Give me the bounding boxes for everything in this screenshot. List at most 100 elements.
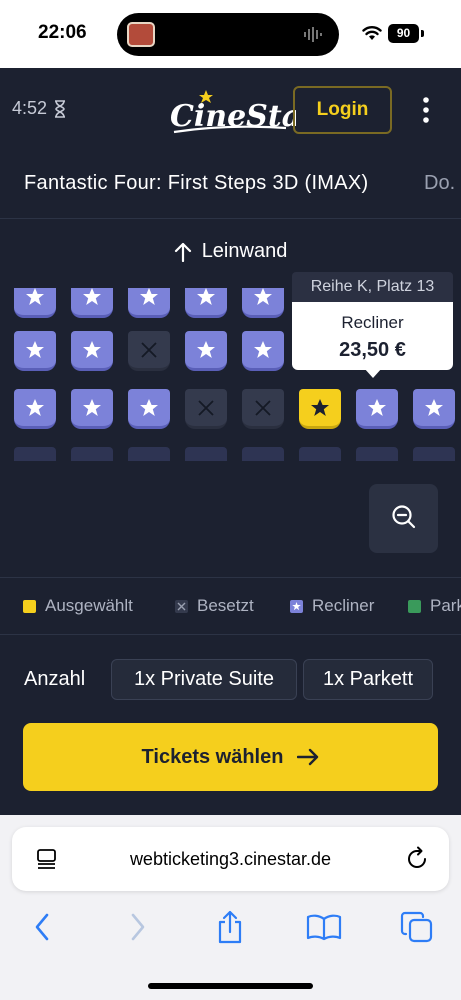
tooltip-price: 23,50 € — [339, 339, 406, 361]
star-icon — [140, 288, 158, 305]
seat-recliner[interactable] — [356, 389, 398, 429]
legend-swatch-selected — [23, 599, 36, 613]
wifi-icon — [362, 26, 382, 40]
seat-taken — [128, 331, 170, 371]
seat-taken — [185, 389, 227, 429]
star-icon — [368, 398, 386, 416]
now-playing-thumbnail — [127, 22, 155, 47]
select-tickets-button[interactable]: Tickets wählen — [23, 723, 438, 791]
star-icon — [83, 398, 101, 416]
star-icon — [83, 288, 101, 305]
seat-recliner[interactable] — [242, 288, 284, 318]
url-text[interactable]: webticketing3.cinestar.de — [12, 849, 449, 870]
taken-x-icon — [141, 341, 157, 358]
site-header: 4:52 CineStar Login — [0, 68, 461, 152]
seat-recliner[interactable] — [71, 331, 113, 371]
legend-item-parkett: Parkett — [408, 596, 461, 616]
legend-item-selected: Ausgewählt — [23, 596, 133, 616]
forward-button[interactable] — [118, 907, 158, 947]
seat-recliner[interactable] — [185, 288, 227, 318]
taken-x-icon — [255, 399, 271, 416]
seat-recliner[interactable] — [413, 389, 455, 429]
tooltip-seat-position: Reihe K, Platz 13 — [292, 272, 453, 302]
star-icon — [254, 340, 272, 358]
seat-row-partial — [128, 447, 170, 461]
dynamic-island — [117, 13, 339, 56]
seat-selected[interactable] — [299, 389, 341, 429]
chevron-left-icon — [35, 913, 49, 941]
legend-label: Ausgewählt — [45, 596, 133, 615]
cinestar-logo[interactable]: CineStar — [166, 88, 296, 138]
ticket-chip-private-suite[interactable]: 1x Private Suite — [111, 659, 297, 700]
select-tickets-label: Tickets wählen — [141, 745, 284, 768]
legend-label: Besetzt — [197, 596, 254, 615]
seat-recliner[interactable] — [185, 331, 227, 371]
screen-label: Leinwand — [201, 240, 288, 262]
legend-item-recliner: Recliner — [290, 596, 374, 616]
safari-toolbar: webticketing3.cinestar.de — [0, 815, 461, 1000]
seat-row-partial — [356, 447, 398, 461]
seat-row-partial — [185, 447, 227, 461]
seat-taken — [242, 389, 284, 429]
share-icon — [218, 910, 242, 944]
hourglass-icon — [55, 99, 66, 118]
chevron-right-icon — [131, 913, 145, 941]
legend-label: Parkett — [430, 596, 461, 615]
session-timer: 4:52 — [12, 98, 67, 119]
seat-tooltip: Reihe K, Platz 13 Recliner 23,50 € — [292, 272, 453, 378]
seat-row-partial — [14, 447, 56, 461]
seat-recliner[interactable] — [14, 331, 56, 371]
audio-waveform-icon — [304, 27, 322, 42]
back-button[interactable] — [22, 907, 62, 947]
next-film-preview[interactable]: Do. — [424, 172, 455, 195]
legend-swatch-parkett — [408, 599, 421, 613]
seat-recliner[interactable] — [71, 389, 113, 429]
logo-text: CineStar — [170, 99, 296, 134]
star-icon — [83, 340, 101, 358]
more-menu-icon[interactable] — [416, 96, 436, 126]
star-icon — [254, 288, 272, 305]
recliner-star-icon — [290, 599, 303, 613]
battery-icon: 90 — [388, 24, 419, 43]
seat-row-partial — [413, 447, 455, 461]
star-icon — [311, 398, 329, 416]
taken-x-icon — [198, 399, 214, 416]
star-icon — [26, 340, 44, 358]
seat-recliner[interactable] — [242, 331, 284, 371]
seat-recliner[interactable] — [128, 288, 170, 318]
tabs-button[interactable] — [397, 907, 437, 947]
address-bar[interactable]: webticketing3.cinestar.de — [12, 827, 449, 891]
star-icon — [425, 398, 443, 416]
tooltip-category: Recliner — [341, 313, 404, 332]
ticket-chip-parkett[interactable]: 1x Parkett — [303, 659, 433, 700]
reload-icon[interactable] — [404, 846, 430, 872]
seat-recliner[interactable] — [71, 288, 113, 318]
arrow-right-icon — [297, 748, 319, 766]
seat-row-partial — [299, 447, 341, 461]
zoom-out-button[interactable] — [369, 484, 438, 553]
share-button[interactable] — [210, 907, 250, 947]
bookmarks-button[interactable] — [304, 907, 344, 947]
login-button[interactable]: Login — [293, 86, 392, 134]
star-icon — [26, 398, 44, 416]
zoom-out-icon — [391, 505, 415, 529]
film-title: Fantastic Four: First Steps 3D (IMAX) — [24, 172, 369, 194]
book-icon — [306, 914, 342, 941]
seat-recliner[interactable] — [128, 389, 170, 429]
taken-x-icon — [175, 599, 188, 613]
tabs-icon — [400, 911, 433, 943]
star-icon — [26, 288, 44, 305]
seat-recliner[interactable] — [14, 288, 56, 318]
ios-status-bar: 22:06 90 — [0, 0, 461, 68]
seat-recliner[interactable] — [14, 389, 56, 429]
arrow-up-icon — [174, 242, 191, 262]
seat-legend: Ausgewählt Besetzt Recliner Parkett — [0, 577, 461, 635]
film-title-carousel[interactable]: Fantastic Four: First Steps 3D (IMAX) Do… — [0, 152, 461, 219]
status-time: 22:06 — [38, 22, 87, 43]
timer-value: 4:52 — [12, 98, 48, 118]
legend-label: Recliner — [312, 596, 375, 615]
star-icon — [197, 288, 215, 305]
star-icon — [197, 340, 215, 358]
tooltip-body: Recliner 23,50 € — [292, 302, 453, 370]
home-indicator — [148, 983, 313, 989]
